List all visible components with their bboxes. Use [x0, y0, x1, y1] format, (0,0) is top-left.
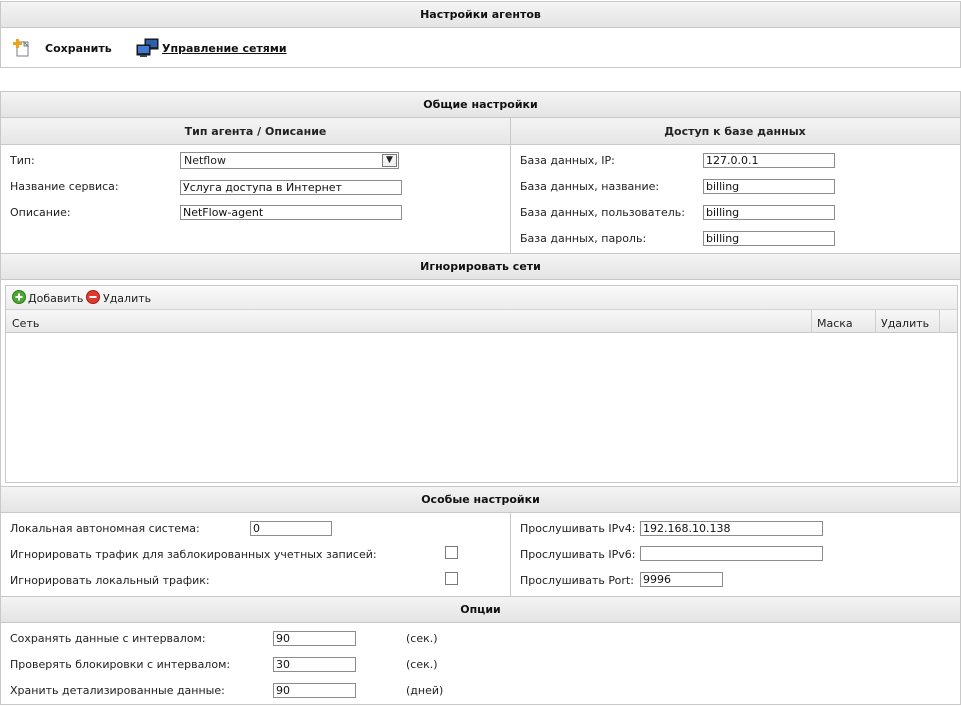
db-password-input[interactable]: billing — [703, 231, 835, 246]
agent-settings-title: Настройки агентов — [1, 2, 960, 28]
block-interval-input[interactable]: 30 — [273, 657, 356, 672]
general-settings-title: Общие настройки — [1, 92, 960, 118]
agent-settings-panel: Настройки агентов Сохранить Управление с… — [0, 1, 961, 68]
ignore-networks-panel: Игнорировать сети Добавить Удалить Сеть … — [0, 254, 961, 487]
column-divider — [510, 118, 511, 254]
options-title: Опции — [1, 597, 960, 623]
network-monitor-icon — [136, 38, 160, 58]
column-mask[interactable]: Маска — [817, 317, 853, 330]
block-interval-unit: (сек.) — [406, 658, 438, 671]
type-select[interactable]: Netflow ▼ — [180, 152, 399, 169]
special-settings-panel: Особые настройки Локальная автономная си… — [0, 487, 961, 597]
keep-detail-unit: (дней) — [406, 684, 444, 697]
save-label: Сохранить — [45, 42, 112, 55]
column-divider — [510, 513, 511, 597]
description-label: Описание: — [10, 206, 71, 219]
listen-ipv6-label: Прослушивать IPv6: — [520, 548, 636, 561]
service-name-input[interactable]: Услуга доступа в Интернет — [180, 180, 402, 195]
db-user-label: База данных, пользователь: — [520, 206, 685, 219]
delete-icon — [86, 290, 100, 307]
chevron-down-icon[interactable]: ▼ — [382, 154, 397, 167]
listen-port-label: Прослушивать Port: — [520, 574, 634, 587]
ignore-local-checkbox[interactable] — [445, 572, 458, 585]
local-as-input[interactable]: 0 — [250, 521, 332, 536]
db-ip-label: База данных, IP: — [520, 154, 615, 167]
save-icon — [12, 39, 32, 57]
agent-type-title: Тип агента / Описание — [184, 125, 327, 138]
add-label: Добавить — [28, 292, 84, 305]
listen-port-input[interactable]: 9996 — [640, 572, 723, 587]
local-as-label: Локальная автономная система: — [10, 522, 200, 535]
column-delete[interactable]: Удалить — [881, 317, 929, 330]
db-name-label: База данных, название: — [520, 180, 660, 193]
ignore-blocked-checkbox[interactable] — [445, 546, 458, 559]
keep-detail-input[interactable]: 90 — [273, 683, 356, 698]
general-settings-panel: Общие настройки Тип агента / Описание До… — [0, 91, 961, 254]
save-interval-unit: (сек.) — [406, 632, 438, 645]
ignore-local-label: Игнорировать локальный трафик: — [10, 574, 210, 587]
special-settings-title: Особые настройки — [1, 487, 960, 513]
manage-networks-label: Управление сетями — [162, 42, 287, 55]
listen-ipv4-input[interactable]: 192.168.10.138 — [640, 521, 823, 536]
add-icon — [12, 290, 26, 307]
type-label: Тип: — [10, 154, 35, 167]
column-network[interactable]: Сеть — [12, 317, 39, 330]
ignore-networks-grid: Добавить Удалить Сеть Маска Удалить — [5, 285, 958, 483]
block-interval-label: Проверять блокировки с интервалом: — [10, 658, 231, 671]
column-divider — [939, 310, 940, 333]
service-name-label: Название сервиса: — [10, 180, 119, 193]
ignore-networks-title: Игнорировать сети — [1, 254, 960, 280]
db-access-title: Доступ к базе данных — [664, 125, 806, 138]
keep-detail-label: Хранить детализированные данные: — [10, 684, 225, 697]
save-interval-label: Сохранять данные с интервалом: — [10, 632, 206, 645]
type-select-value: Netflow — [184, 154, 226, 167]
db-password-label: База данных, пароль: — [520, 232, 647, 245]
column-divider — [875, 310, 876, 333]
listen-ipv6-input[interactable] — [640, 546, 823, 561]
grid-header-row — [6, 310, 957, 333]
db-name-input[interactable]: billing — [703, 179, 835, 194]
description-input[interactable]: NetFlow-agent — [180, 205, 402, 220]
ignore-blocked-label: Игнорировать трафик для заблокированных … — [10, 548, 377, 561]
delete-label: Удалить — [103, 292, 152, 305]
save-interval-input[interactable]: 90 — [273, 631, 356, 646]
options-panel: Опции Сохранять данные с интервалом: 90 … — [0, 597, 961, 705]
db-user-input[interactable]: billing — [703, 205, 835, 220]
listen-ipv4-label: Прослушивать IPv4: — [520, 522, 636, 535]
db-ip-input[interactable]: 127.0.0.1 — [703, 153, 835, 168]
column-divider — [811, 310, 812, 333]
